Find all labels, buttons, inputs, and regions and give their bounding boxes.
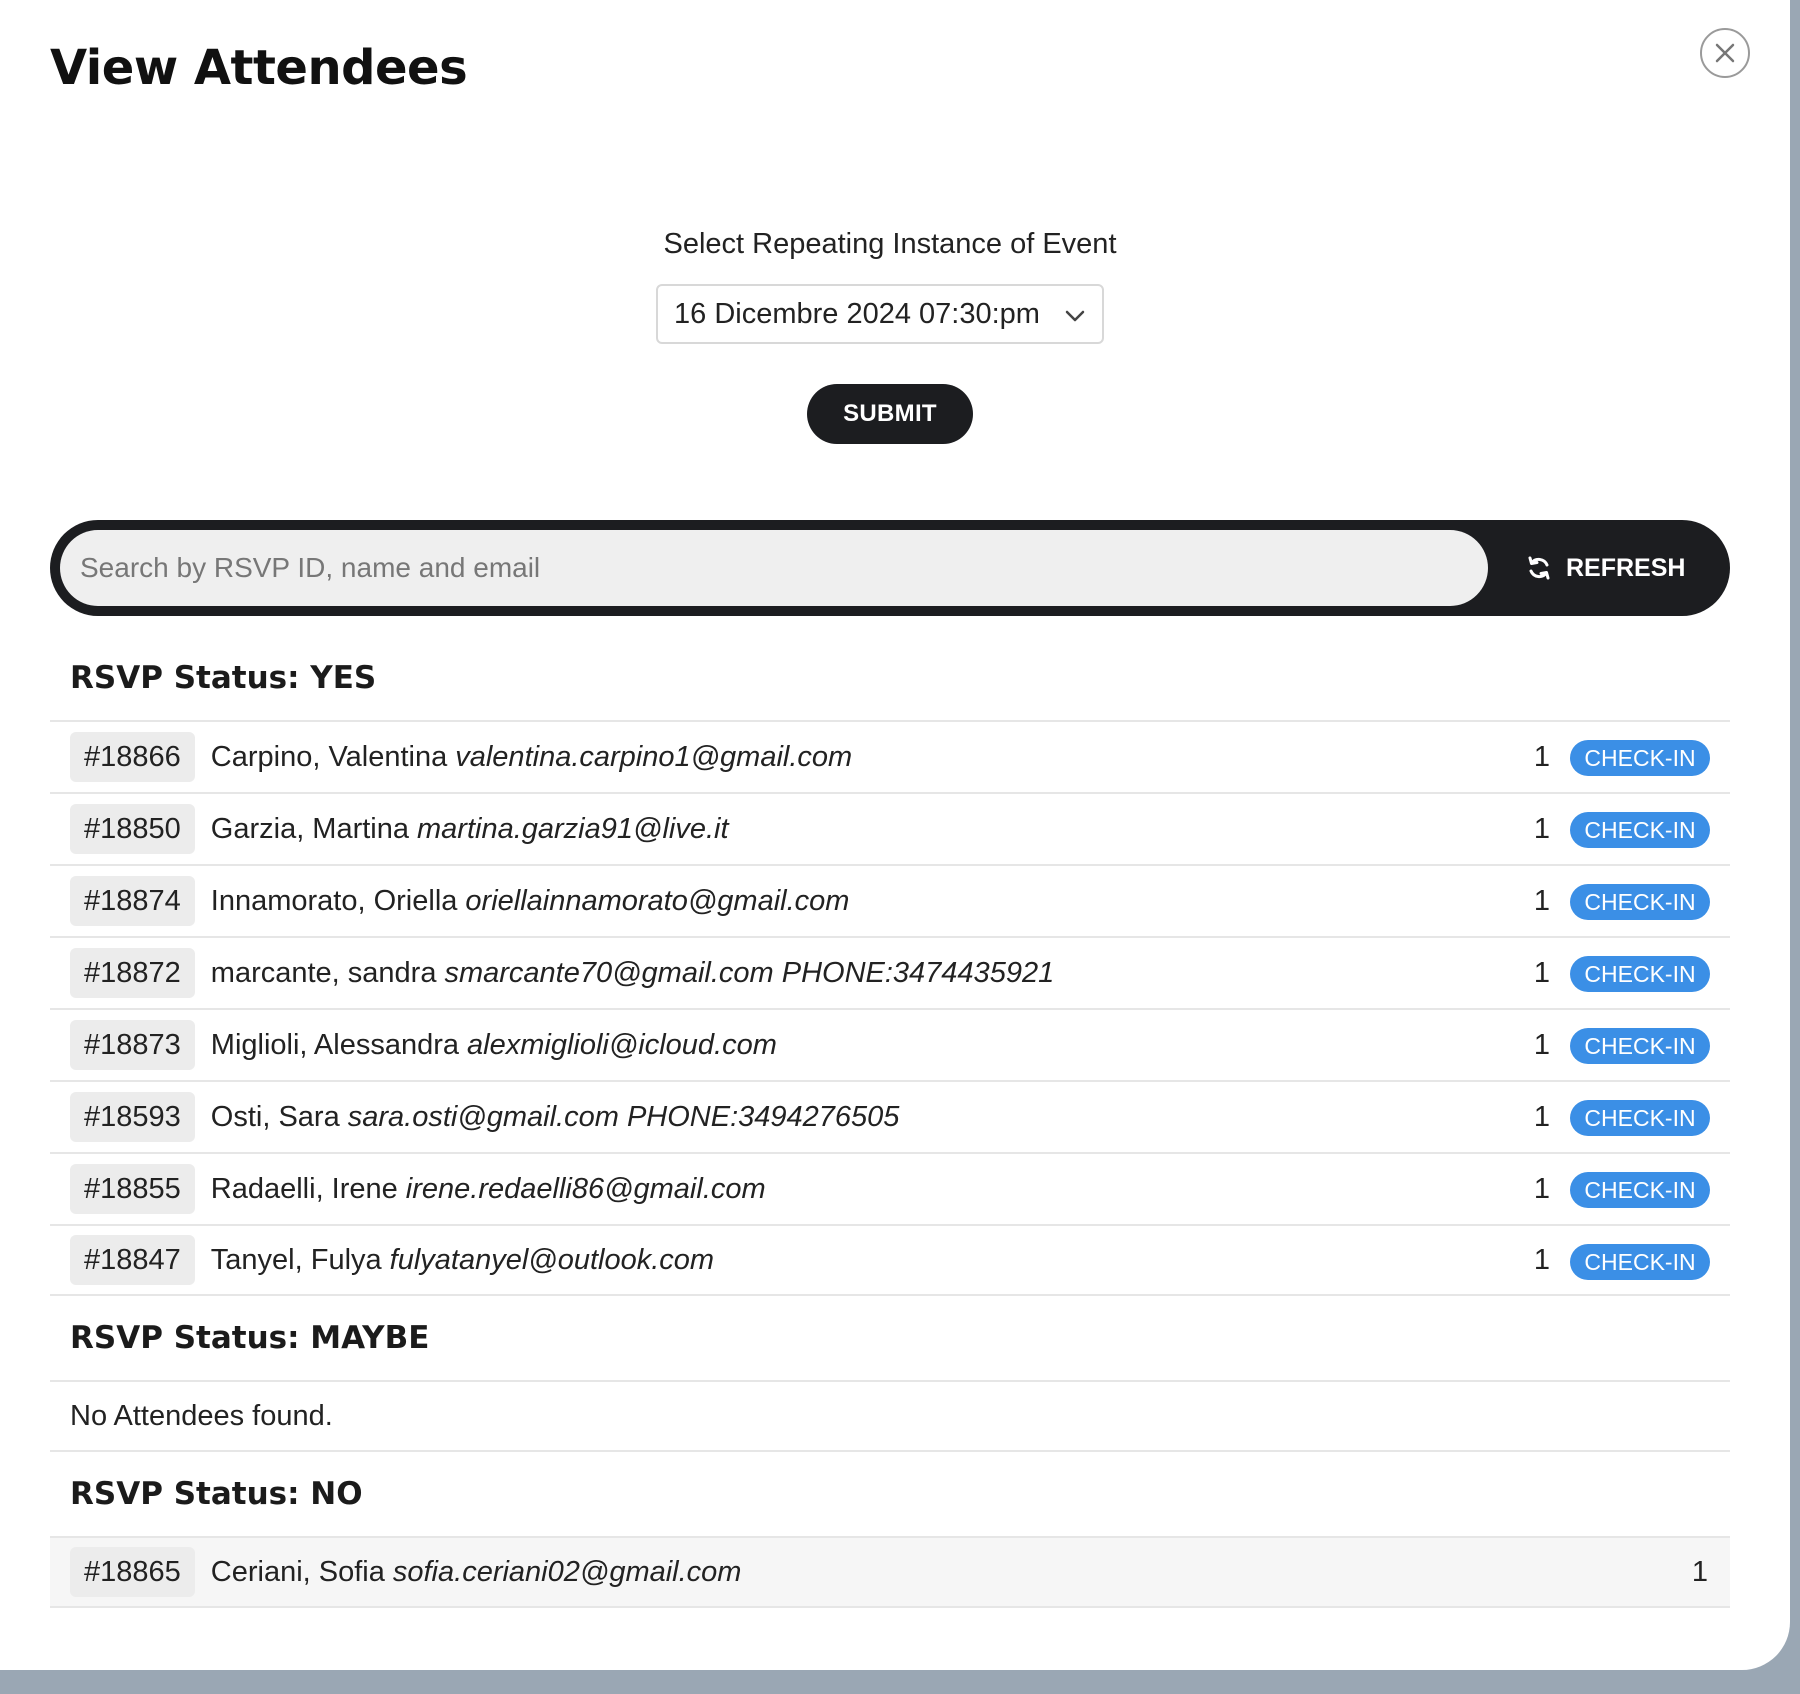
rsvp-id-badge: #18850 [70,804,195,854]
attendee-count: 1 [1691,1555,1708,1588]
check-in-button[interactable]: CHECK-IN [1570,1244,1710,1280]
attendee-name: Carpino, Valentina [210,740,448,773]
modal-title: View Attendees [50,40,468,96]
check-in-button[interactable]: CHECK-IN [1570,1100,1710,1136]
table-row: #18873 Miglioli, Alessandra alexmiglioli… [50,1008,1730,1080]
refresh-icon [1528,556,1550,580]
attendee-email: oriellainnamorato@gmail.com [465,884,850,917]
refresh-label: REFRESH [1566,553,1686,582]
attendee-name: Innamorato, Oriella [210,884,458,917]
attendee-name: Radaelli, Irene [210,1172,398,1205]
rsvp-id-badge: #18865 [70,1547,195,1597]
attendee-email: sofia.ceriani02@gmail.com [392,1555,742,1588]
attendee-email: sara.osti@gmail.com PHONE:3494276505 [347,1100,900,1133]
attendee-count: 1 [1533,956,1550,989]
refresh-button[interactable]: REFRESH [1526,546,1685,590]
section-title-yes: RSVP Status: YES [70,660,377,696]
table-row: #18593 Osti, Sara sara.osti@gmail.com PH… [50,1080,1730,1152]
table-row: #18855 Radaelli, Irene irene.redaelli86@… [50,1152,1730,1224]
yes-attendee-list: #18866 Carpino, Valentina valentina.carp… [50,720,1730,1296]
check-in-button[interactable]: CHECK-IN [1570,1028,1710,1064]
check-in-button[interactable]: CHECK-IN [1570,956,1710,992]
rsvp-id-badge: #18874 [70,876,195,926]
rsvp-id-badge: #18847 [70,1235,195,1285]
attendee-email: valentina.carpino1@gmail.com [455,740,853,773]
attendee-count: 1 [1533,884,1550,917]
table-row: #18865 Ceriani, Sofia sofia.ceriani02@gm… [50,1536,1730,1608]
submit-button[interactable]: SUBMIT [807,384,973,444]
table-row: #18850 Garzia, Martina martina.garzia91@… [50,792,1730,864]
view-attendees-modal: View Attendees Select Repeating Instance… [0,0,1790,1670]
attendee-name: Ceriani, Sofia [210,1555,385,1588]
attendee-count: 1 [1533,740,1550,773]
check-in-button[interactable]: CHECK-IN [1570,740,1710,776]
close-icon [1715,43,1735,63]
rsvp-id-badge: #18872 [70,948,195,998]
instance-label: Select Repeating Instance of Event [663,228,1117,260]
chevron-down-icon [1065,310,1085,322]
attendee-email: irene.redaelli86@gmail.com [405,1172,766,1205]
attendee-count: 1 [1533,1028,1550,1061]
maybe-attendee-list: No Attendees found. [50,1380,1730,1452]
attendee-count: 1 [1533,1100,1550,1133]
rsvp-id-badge: #18593 [70,1092,195,1142]
rsvp-id-badge: #18855 [70,1164,195,1214]
instance-select[interactable]: 16 Dicembre 2024 07:30:pm [656,284,1104,344]
section-title-maybe: RSVP Status: MAYBE [70,1320,430,1356]
check-in-button[interactable]: CHECK-IN [1570,884,1710,920]
attendee-count: 1 [1533,1172,1550,1205]
rsvp-id-badge: #18873 [70,1020,195,1070]
attendee-count: 1 [1533,812,1550,845]
close-button[interactable] [1700,28,1750,78]
search-bar: REFRESH [50,520,1730,616]
attendee-email: martina.garzia91@live.it [417,812,729,845]
search-input[interactable] [60,530,1488,606]
table-row: #18847 Tanyel, Fulya fulyatanyel@outlook… [50,1224,1730,1296]
attendee-email: alexmiglioli@icloud.com [467,1028,777,1061]
no-attendee-list: #18865 Ceriani, Sofia sofia.ceriani02@gm… [50,1536,1730,1608]
rsvp-id-badge: #18866 [70,732,195,782]
table-row: #18874 Innamorato, Oriella oriellainnamo… [50,864,1730,936]
attendee-name: Miglioli, Alessandra [210,1028,460,1061]
table-row: #18872 marcante, sandra smarcante70@gmai… [50,936,1730,1008]
empty-state-message: No Attendees found. [50,1380,1730,1452]
instance-select-value: 16 Dicembre 2024 07:30:pm [674,297,1040,330]
attendee-count: 1 [1533,1243,1550,1276]
attendee-name: Osti, Sara [210,1100,340,1133]
attendee-name: Garzia, Martina [210,812,410,845]
check-in-button[interactable]: CHECK-IN [1570,1172,1710,1208]
table-row: #18866 Carpino, Valentina valentina.carp… [50,720,1730,792]
attendee-email: smarcante70@gmail.com PHONE:3474435921 [444,956,1055,989]
attendee-name: marcante, sandra [210,956,437,989]
section-title-no: RSVP Status: NO [70,1476,363,1512]
check-in-button[interactable]: CHECK-IN [1570,812,1710,848]
attendee-email: fulyatanyel@outlook.com [389,1243,715,1276]
attendee-name: Tanyel, Fulya [210,1243,382,1276]
